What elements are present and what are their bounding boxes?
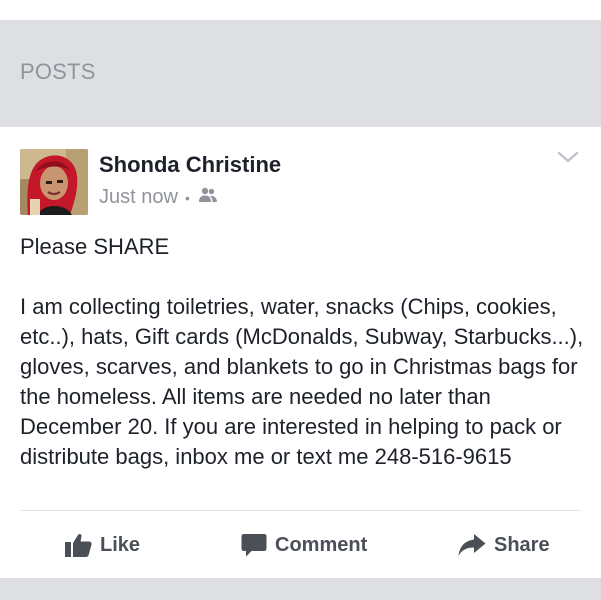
post-paragraph: Please SHARE: [20, 234, 170, 259]
author-name[interactable]: Shonda Christine: [99, 152, 281, 178]
friends-icon[interactable]: [198, 186, 218, 209]
meta-separator: •: [184, 189, 190, 206]
post-body: Please SHARE I am collecting toiletries,…: [20, 232, 585, 472]
post-meta: Just now •: [99, 186, 218, 209]
timestamp[interactable]: Just now: [99, 186, 178, 209]
like-label: Like: [100, 533, 141, 556]
chevron-down-icon[interactable]: [557, 149, 579, 165]
comment-label: Comment: [275, 533, 368, 556]
post-card: Shonda Christine Just now • Please SHARE…: [0, 127, 601, 578]
posts-section-header: POSTS: [0, 20, 601, 127]
post-paragraph: I am collecting toiletries, water, snack…: [20, 294, 584, 469]
share-icon: [458, 534, 486, 556]
comment-icon: [241, 534, 267, 557]
bottom-strip: [0, 578, 601, 600]
share-label: Share: [494, 533, 550, 556]
posts-title: POSTS: [20, 59, 96, 84]
divider: [20, 510, 581, 511]
avatar[interactable]: [20, 149, 88, 215]
comment-button[interactable]: Comment: [241, 530, 367, 560]
share-button[interactable]: Share: [458, 530, 550, 560]
top-strip: [0, 0, 601, 20]
thumbs-up-icon: [65, 534, 92, 557]
avatar-image: [20, 149, 88, 215]
like-button[interactable]: Like: [65, 530, 140, 560]
